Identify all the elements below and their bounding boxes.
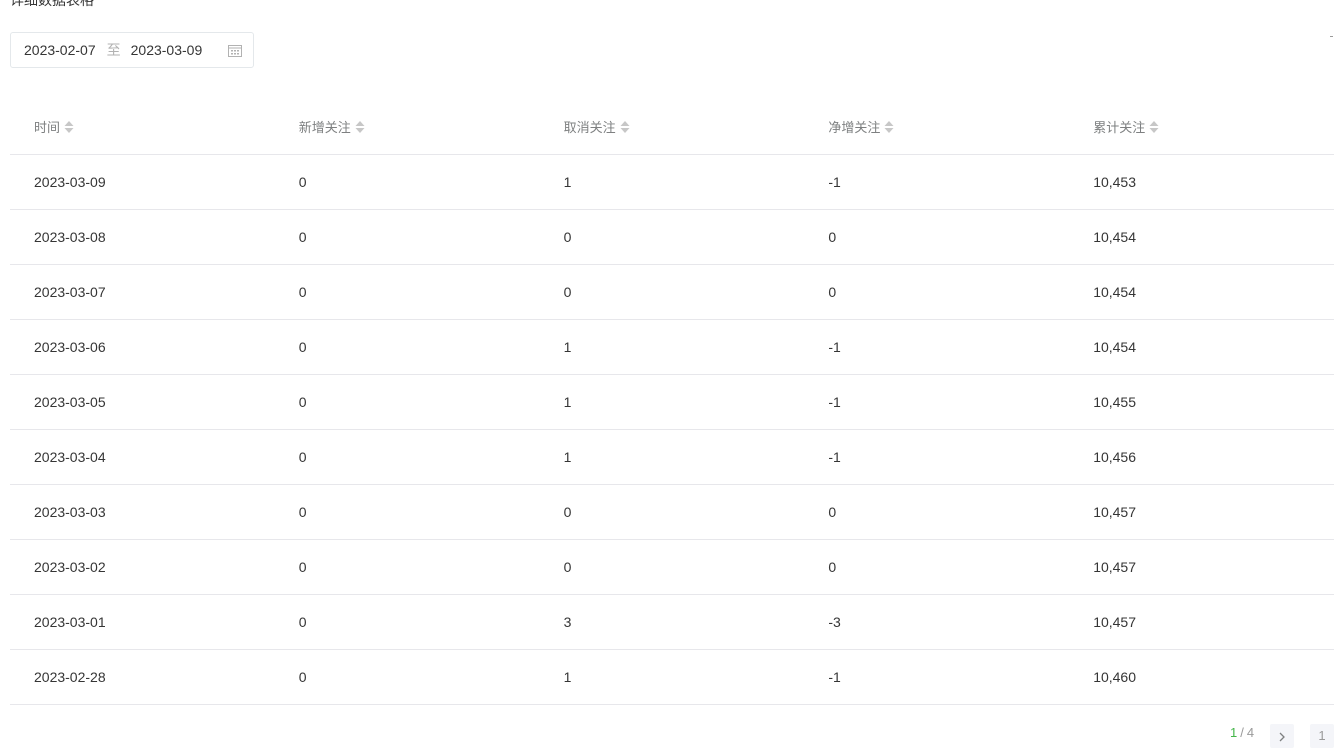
chevron-right-icon <box>1279 732 1285 742</box>
col-header-label: 取消关注 <box>563 120 616 136</box>
cell-total-follow: 10,454 <box>1069 319 1334 375</box>
sort-icon[interactable] <box>620 120 630 134</box>
cell-total-follow: 10,454 <box>1069 264 1334 320</box>
cell-date: 2023-03-05 <box>10 374 275 430</box>
page-title: 详细数据表格 <box>10 0 94 8</box>
cell-total-follow: 10,457 <box>1069 594 1334 650</box>
table-row: 2023-03-06 0 1 -1 10,454 <box>10 319 1334 375</box>
total-pages: 4 <box>1246 724 1255 740</box>
start-date[interactable]: 2023-02-07 <box>24 42 96 58</box>
col-header-net-follow[interactable]: 净增关注 <box>804 100 1070 155</box>
col-header-new-follow[interactable]: 新增关注 <box>274 100 540 155</box>
cell-new-follow: 0 <box>274 209 540 265</box>
cell-net-follow: -1 <box>804 154 1070 210</box>
cell-net-follow: -1 <box>804 649 1070 705</box>
data-table: 时间 新增关注 取消关注 净增关注 累计关注 2023-03-09 0 1 -1… <box>10 100 1334 705</box>
col-header-label: 净增关注 <box>828 120 881 136</box>
col-header-label: 时间 <box>34 120 61 136</box>
sort-icon[interactable] <box>884 120 894 134</box>
cell-unfollow: 1 <box>539 154 805 210</box>
cell-date: 2023-03-08 <box>10 209 275 265</box>
table-row: 2023-03-09 0 1 -1 10,453 <box>10 154 1334 210</box>
sort-icon[interactable] <box>1149 120 1159 134</box>
cell-net-follow: -3 <box>804 594 1070 650</box>
table-row: 2023-03-05 0 1 -1 10,455 <box>10 374 1334 430</box>
date-separator: 至 <box>106 42 121 58</box>
col-header-total-follow[interactable]: 累计关注 <box>1069 100 1334 155</box>
cell-net-follow: 0 <box>804 484 1070 540</box>
cell-new-follow: 0 <box>274 594 540 650</box>
cell-new-follow: 0 <box>274 539 540 595</box>
end-date[interactable]: 2023-03-09 <box>131 42 203 58</box>
table-row: 2023-03-02 0 0 0 10,457 <box>10 539 1334 595</box>
cell-total-follow: 10,457 <box>1069 484 1334 540</box>
cell-net-follow: -1 <box>804 429 1070 485</box>
table-row: 2023-03-03 0 0 0 10,457 <box>10 484 1334 540</box>
cell-date: 2023-03-02 <box>10 539 275 595</box>
cell-new-follow: 0 <box>274 429 540 485</box>
cell-date: 2023-02-28 <box>10 649 275 705</box>
page-jump-input[interactable]: 1 <box>1310 724 1334 748</box>
cell-date: 2023-03-04 <box>10 429 275 485</box>
table-row: 2023-03-07 0 0 0 10,454 <box>10 264 1334 320</box>
cell-new-follow: 0 <box>274 319 540 375</box>
cell-total-follow: 10,456 <box>1069 429 1334 485</box>
page-separator: / <box>1240 724 1244 740</box>
cell-date: 2023-03-09 <box>10 154 275 210</box>
cell-net-follow: 0 <box>804 209 1070 265</box>
cell-net-follow: -1 <box>804 319 1070 375</box>
current-page: 1 <box>1230 724 1238 740</box>
calendar-icon[interactable] <box>228 44 242 57</box>
cell-unfollow: 0 <box>539 264 805 320</box>
table-row: 2023-03-04 0 1 -1 10,456 <box>10 429 1334 485</box>
cell-total-follow: 10,455 <box>1069 374 1334 430</box>
cell-net-follow: 0 <box>804 264 1070 320</box>
cell-total-follow: 10,454 <box>1069 209 1334 265</box>
date-range-picker[interactable]: 2023-02-07 至 2023-03-09 <box>10 32 254 68</box>
col-header-label: 新增关注 <box>298 120 351 136</box>
cell-unfollow: 1 <box>539 649 805 705</box>
sort-icon[interactable] <box>355 120 365 134</box>
cell-date: 2023-03-07 <box>10 264 275 320</box>
sort-icon[interactable] <box>64 120 74 134</box>
edge-marker <box>1330 36 1333 37</box>
cell-unfollow: 1 <box>539 374 805 430</box>
cell-total-follow: 10,460 <box>1069 649 1334 705</box>
cell-unfollow: 1 <box>539 429 805 485</box>
cell-date: 2023-03-06 <box>10 319 275 375</box>
cell-date: 2023-03-01 <box>10 594 275 650</box>
col-header-unfollow[interactable]: 取消关注 <box>539 100 805 155</box>
table-row: 2023-03-01 0 3 -3 10,457 <box>10 594 1334 650</box>
cell-date: 2023-03-03 <box>10 484 275 540</box>
col-header-label: 累计关注 <box>1093 120 1146 136</box>
cell-unfollow: 3 <box>539 594 805 650</box>
table-header-row: 时间 新增关注 取消关注 净增关注 累计关注 <box>10 100 1334 155</box>
cell-net-follow: 0 <box>804 539 1070 595</box>
col-header-time[interactable]: 时间 <box>10 100 275 155</box>
next-page-button[interactable] <box>1270 724 1294 748</box>
cell-unfollow: 1 <box>539 319 805 375</box>
cell-unfollow: 0 <box>539 209 805 265</box>
cell-unfollow: 0 <box>539 484 805 540</box>
cell-new-follow: 0 <box>274 264 540 320</box>
cell-total-follow: 10,453 <box>1069 154 1334 210</box>
cell-new-follow: 0 <box>274 374 540 430</box>
cell-new-follow: 0 <box>274 649 540 705</box>
table-row: 2023-03-08 0 0 0 10,454 <box>10 209 1334 265</box>
cell-unfollow: 0 <box>539 539 805 595</box>
cell-new-follow: 0 <box>274 154 540 210</box>
cell-net-follow: -1 <box>804 374 1070 430</box>
cell-total-follow: 10,457 <box>1069 539 1334 595</box>
table-row: 2023-02-28 0 1 -1 10,460 <box>10 649 1334 705</box>
pagination-count: 1 / 4 <box>1230 724 1254 740</box>
cell-new-follow: 0 <box>274 484 540 540</box>
